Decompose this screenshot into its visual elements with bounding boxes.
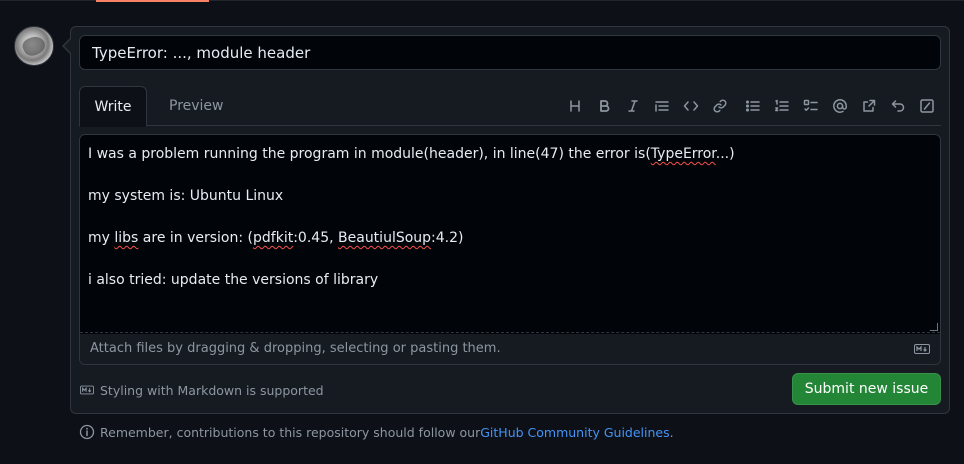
editor-tabbar: Write Preview bbox=[79, 86, 941, 127]
mention-icon[interactable] bbox=[825, 94, 854, 118]
tab-write[interactable]: Write bbox=[79, 86, 147, 127]
body-line bbox=[88, 249, 932, 270]
spelling-error-mark: pdfkit bbox=[253, 230, 294, 246]
markdown-support-label: Styling with Markdown is supported bbox=[100, 382, 324, 398]
italic-icon[interactable] bbox=[618, 94, 647, 118]
avatar[interactable] bbox=[14, 26, 54, 66]
comment-body-text[interactable]: I was a problem running the program in m… bbox=[80, 135, 940, 333]
spelling-error-mark: libs bbox=[114, 230, 139, 246]
community-guidelines-link[interactable]: GitHub Community Guidelines bbox=[480, 425, 669, 440]
info-icon bbox=[79, 424, 95, 440]
contribution-reminder: Remember, contributions to this reposito… bbox=[79, 422, 674, 442]
submit-new-issue-button[interactable]: Submit new issue bbox=[792, 373, 941, 405]
unordered-list-icon[interactable] bbox=[738, 94, 767, 118]
body-line bbox=[88, 207, 932, 228]
body-line: i also tried: update the versions of lib… bbox=[88, 272, 379, 288]
undo-icon[interactable] bbox=[883, 94, 912, 118]
body-line: I was a problem running the program in m… bbox=[88, 146, 735, 162]
tab-preview[interactable]: Preview bbox=[153, 86, 240, 127]
markdown-toolbar bbox=[560, 94, 941, 118]
markdown-icon bbox=[914, 344, 930, 354]
task-list-icon[interactable] bbox=[796, 94, 825, 118]
reference-icon[interactable] bbox=[854, 94, 883, 118]
link-icon[interactable] bbox=[705, 94, 734, 118]
markdown-icon bbox=[80, 385, 94, 395]
ordered-list-icon[interactable] bbox=[767, 94, 796, 118]
attach-files-area[interactable]: Attach files by dragging & dropping, sel… bbox=[80, 334, 940, 364]
code-icon[interactable] bbox=[676, 94, 705, 118]
active-nav-underline bbox=[96, 0, 209, 2]
reminder-text: Remember, contributions to this reposito… bbox=[100, 424, 481, 440]
heading-icon[interactable] bbox=[560, 94, 589, 118]
body-line: my libs are in version: (pdfkit:0.45, Be… bbox=[88, 230, 464, 246]
body-line: my system is: Ubuntu Linux bbox=[88, 188, 284, 204]
quote-icon[interactable] bbox=[647, 94, 676, 118]
spelling-error-mark: BeautiulSoup bbox=[338, 230, 432, 246]
spelling-error-mark: TypeError bbox=[650, 146, 716, 162]
comment-editor: Write Preview I was a problem running th… bbox=[79, 86, 941, 365]
issue-title-input[interactable] bbox=[79, 35, 941, 70]
resize-handle[interactable] bbox=[930, 323, 938, 331]
reminder-suffix: . bbox=[669, 424, 674, 440]
bold-icon[interactable] bbox=[589, 94, 618, 118]
comment-body-field[interactable]: I was a problem running the program in m… bbox=[79, 134, 941, 365]
slash-commands-icon[interactable] bbox=[912, 94, 941, 118]
attach-files-label: Attach files by dragging & dropping, sel… bbox=[90, 341, 501, 356]
markdown-support-note[interactable]: Styling with Markdown is supported bbox=[80, 381, 324, 399]
body-line bbox=[88, 165, 932, 186]
